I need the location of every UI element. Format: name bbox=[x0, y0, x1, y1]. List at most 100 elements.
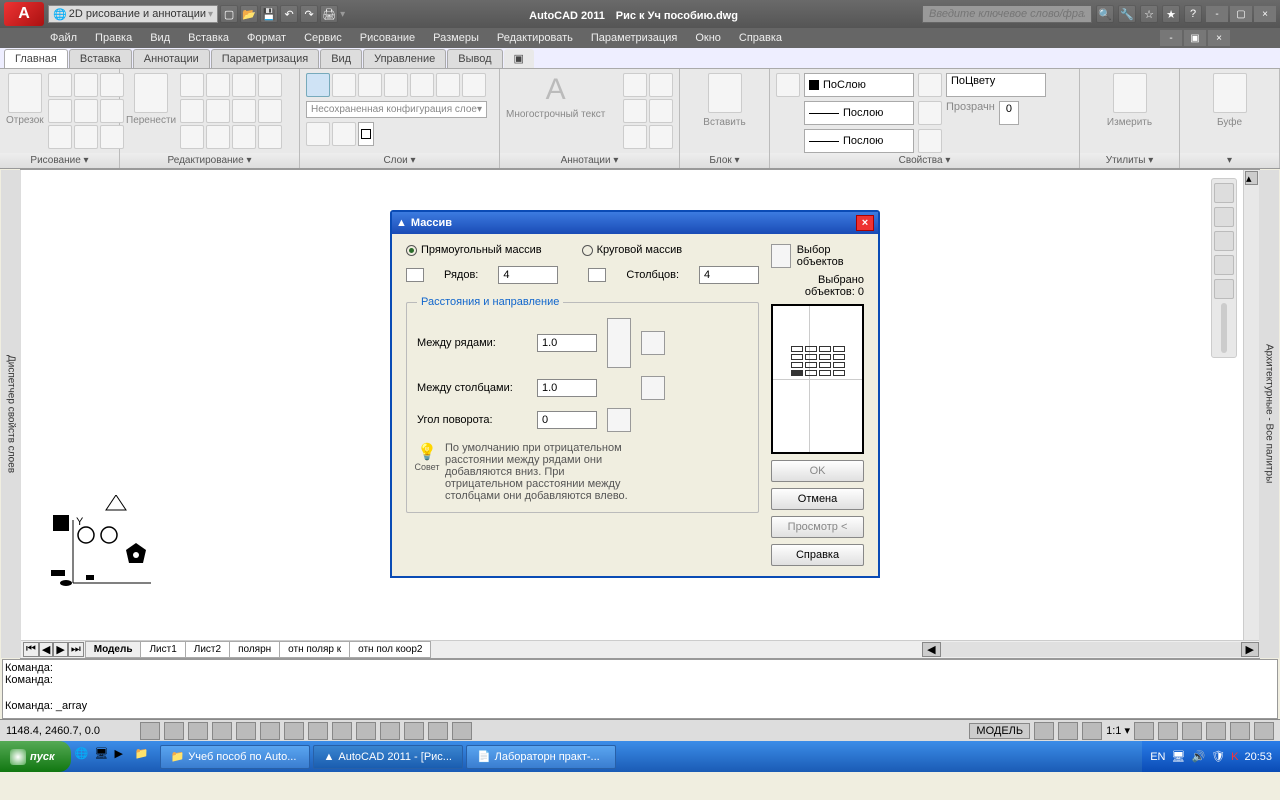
layer-tool-button[interactable] bbox=[410, 73, 434, 97]
comm-icon[interactable]: ☆ bbox=[1140, 5, 1158, 23]
tab-manage[interactable]: Управление bbox=[363, 49, 446, 68]
menu-help[interactable]: Справка bbox=[739, 32, 782, 44]
tab-nav-first-icon[interactable]: ⏮ bbox=[23, 642, 39, 657]
tab-home[interactable]: Главная bbox=[4, 49, 68, 68]
hardware-accel-button[interactable] bbox=[1206, 722, 1226, 740]
layer-tool-button[interactable] bbox=[384, 73, 408, 97]
draw-tool-button[interactable] bbox=[74, 99, 98, 123]
redo-icon[interactable]: ↷ bbox=[300, 5, 318, 23]
menu-window[interactable]: Окно bbox=[695, 32, 721, 44]
ribbon-group-layers[interactable]: Слои ▾ bbox=[300, 153, 499, 168]
polar-array-radio[interactable]: Круговой массив bbox=[582, 244, 683, 256]
clock[interactable]: 20:53 bbox=[1244, 751, 1272, 763]
language-indicator[interactable]: EN bbox=[1150, 751, 1165, 763]
layout-tab[interactable]: полярн bbox=[229, 641, 280, 658]
quickview-layouts-button[interactable] bbox=[1034, 722, 1054, 740]
draw-tool-button[interactable] bbox=[48, 73, 72, 97]
pick-row-button[interactable] bbox=[641, 331, 665, 355]
dialog-titlebar[interactable]: ▲ Массив × bbox=[392, 212, 878, 234]
tab-nav-last-icon[interactable]: ⏭ bbox=[68, 642, 84, 657]
color-combo[interactable]: ПоСлою bbox=[804, 73, 914, 97]
tray-icon[interactable]: K bbox=[1231, 751, 1238, 763]
layout-tab[interactable]: отн пол коор2 bbox=[349, 641, 431, 658]
pick-both-button[interactable] bbox=[607, 318, 631, 368]
close-button[interactable]: × bbox=[1254, 6, 1276, 22]
modify-tool-button[interactable] bbox=[206, 99, 230, 123]
ribbon-group-draw[interactable]: Рисование ▾ bbox=[0, 153, 119, 168]
nav-wheel-icon[interactable] bbox=[1214, 183, 1234, 203]
layer-config-combo[interactable]: Несохраненная конфигурация слое▾ bbox=[306, 101, 487, 118]
help-button[interactable]: Справка bbox=[771, 544, 864, 566]
key-icon[interactable]: 🔧 bbox=[1118, 5, 1136, 23]
modify-tool-button[interactable] bbox=[180, 125, 204, 149]
annotation-visibility-button[interactable] bbox=[1134, 722, 1154, 740]
modify-tool-button[interactable] bbox=[180, 73, 204, 97]
ribbon-group-annotation[interactable]: Аннотации ▾ bbox=[500, 153, 679, 168]
help-icon[interactable]: ? bbox=[1184, 5, 1202, 23]
app-logo[interactable] bbox=[4, 2, 44, 26]
layer-tool-button[interactable] bbox=[358, 73, 382, 97]
menu-edit[interactable]: Правка bbox=[95, 32, 132, 44]
vertical-scrollbar[interactable]: ▴ bbox=[1243, 170, 1259, 640]
nav-orbit-icon[interactable] bbox=[1214, 255, 1234, 275]
rows-input[interactable] bbox=[498, 266, 558, 284]
status-toggle-button[interactable] bbox=[452, 722, 472, 740]
ribbon-group-block[interactable]: Блок ▾ bbox=[680, 153, 769, 168]
layout-tab[interactable]: отн поляр к bbox=[279, 641, 350, 658]
layer-tool-button[interactable] bbox=[306, 122, 330, 146]
undo-icon[interactable]: ↶ bbox=[280, 5, 298, 23]
pick-col-button[interactable] bbox=[641, 376, 665, 400]
menu-insert[interactable]: Вставка bbox=[188, 32, 229, 44]
polar-button[interactable] bbox=[212, 722, 232, 740]
draw-tool-button[interactable] bbox=[74, 73, 98, 97]
doc-minimize-button[interactable]: - bbox=[1160, 30, 1182, 46]
layer-manager-tab[interactable]: Диспетчер свойств слоев bbox=[1, 170, 21, 658]
desktop-icon[interactable]: 🖥 bbox=[95, 747, 113, 767]
layer-tool-button[interactable] bbox=[306, 73, 330, 97]
ribbon-group-clipboard[interactable]: ▾ bbox=[1180, 153, 1279, 168]
line-tool-button[interactable] bbox=[8, 73, 42, 113]
layout-tab[interactable]: Лист2 bbox=[185, 641, 230, 658]
menu-format[interactable]: Формат bbox=[247, 32, 286, 44]
tab-annotate[interactable]: Аннотации bbox=[133, 49, 210, 68]
nav-pan-icon[interactable] bbox=[1214, 207, 1234, 227]
prop-button[interactable] bbox=[918, 73, 942, 97]
menu-dimension[interactable]: Размеры bbox=[433, 32, 479, 44]
nav-zoom-icon[interactable] bbox=[1214, 231, 1234, 251]
cancel-button[interactable]: Отмена bbox=[771, 488, 864, 510]
pick-angle-button[interactable] bbox=[607, 408, 631, 432]
new-icon[interactable]: ▢ bbox=[220, 5, 238, 23]
command-line[interactable]: Команда: Команда: Команда: _array bbox=[2, 659, 1278, 719]
taskbar-item-active[interactable]: ▲AutoCAD 2011 - [Рис... bbox=[313, 745, 463, 769]
modify-tool-button[interactable] bbox=[206, 73, 230, 97]
modify-tool-button[interactable] bbox=[232, 99, 256, 123]
grid-button[interactable] bbox=[164, 722, 184, 740]
cols-input[interactable] bbox=[699, 266, 759, 284]
workspace-switching-button[interactable] bbox=[1158, 722, 1178, 740]
transparency-button[interactable] bbox=[918, 101, 942, 125]
draw-tool-button[interactable] bbox=[48, 125, 72, 149]
doc-close-button[interactable]: × bbox=[1208, 30, 1230, 46]
qp-button[interactable] bbox=[356, 722, 376, 740]
ribbon-expand-icon[interactable]: ▣ bbox=[504, 49, 534, 68]
print-icon[interactable]: 🖨 bbox=[320, 5, 338, 23]
layout-tab-model[interactable]: Модель bbox=[85, 641, 142, 658]
annot-tool-button[interactable] bbox=[623, 73, 647, 97]
layer-tool-button[interactable] bbox=[462, 73, 486, 97]
draw-tool-button[interactable] bbox=[74, 125, 98, 149]
plot-style-combo[interactable]: ПоЦвету bbox=[946, 73, 1046, 97]
layer-tool-button[interactable] bbox=[332, 122, 356, 146]
coordinates-display[interactable]: 1148.4, 2460.7, 0.0 bbox=[6, 725, 136, 737]
transparency-value[interactable]: 0 bbox=[999, 101, 1019, 125]
tab-parametric[interactable]: Параметризация bbox=[211, 49, 319, 68]
modify-tool-button[interactable] bbox=[258, 125, 282, 149]
tab-insert[interactable]: Вставка bbox=[69, 49, 132, 68]
save-icon[interactable]: 💾 bbox=[260, 5, 278, 23]
annot-tool-button[interactable] bbox=[649, 125, 673, 149]
tab-view[interactable]: Вид bbox=[320, 49, 362, 68]
search-icon[interactable]: 🔍 bbox=[1096, 5, 1114, 23]
doc-restore-button[interactable]: ▣ bbox=[1184, 30, 1206, 46]
modify-tool-button[interactable] bbox=[232, 73, 256, 97]
taskbar-item[interactable]: 📁Учеб пособ по Auto... bbox=[160, 745, 310, 769]
draw-tool-button[interactable] bbox=[48, 99, 72, 123]
